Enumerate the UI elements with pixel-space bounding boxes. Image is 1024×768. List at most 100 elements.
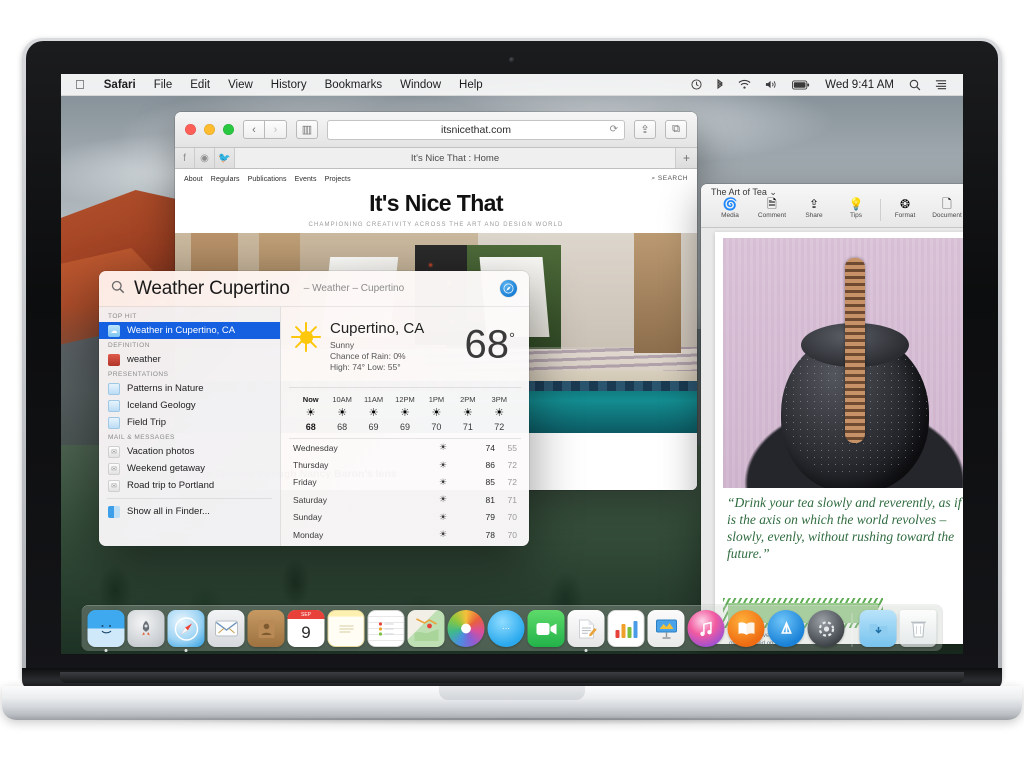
dock-item-photos[interactable]: [447, 610, 485, 647]
media-button[interactable]: 🌀 Media: [709, 198, 751, 220]
close-button[interactable]: [185, 124, 196, 135]
menu-item-safari[interactable]: Safari: [95, 74, 145, 96]
result-vacation-photos[interactable]: ✉ Vacation photos: [99, 443, 280, 460]
result-weekend-getaway[interactable]: ✉ Weekend getaway: [99, 460, 280, 477]
zoom-button[interactable]: [223, 124, 234, 135]
share-button[interactable]: ⇪: [634, 120, 656, 139]
dock-item-ibooks[interactable]: [727, 610, 765, 647]
menu-item-help[interactable]: Help: [450, 74, 492, 96]
dock-item-facetime[interactable]: [527, 610, 565, 647]
list-divider: [107, 498, 272, 499]
result-weather-definition[interactable]: weather: [99, 351, 280, 368]
result-label: Road trip to Portland: [127, 480, 215, 491]
minimize-button[interactable]: [204, 124, 215, 135]
dock-item-calendar[interactable]: SEP 9: [287, 610, 325, 647]
day-low: 71: [507, 494, 517, 505]
nav-link-projects[interactable]: Projects: [325, 176, 351, 183]
share-icon: ⇪: [808, 197, 820, 211]
spotlight-results-list[interactable]: TOP HIT ☁ Weather in Cupertino, CA DEFIN…: [99, 307, 281, 546]
sidebar-toggle-button[interactable]: ▥: [296, 120, 318, 139]
dock-item-mail[interactable]: [207, 610, 245, 647]
dock-item-reminders[interactable]: [367, 610, 405, 647]
format-button[interactable]: ❂ Format: [884, 198, 926, 220]
dock[interactable]: SEP 9 ⋯: [81, 605, 943, 652]
result-field-trip[interactable]: Field Trip: [99, 414, 280, 431]
dock-item-maps[interactable]: [407, 610, 445, 647]
weather-result-icon: ☁: [108, 324, 120, 337]
dock-item-contacts[interactable]: [247, 610, 285, 647]
nav-link-about[interactable]: About: [184, 176, 203, 183]
dock-item-launchpad[interactable]: [127, 610, 165, 647]
apple-menu-icon[interactable]: : [71, 74, 95, 96]
pages-window[interactable]: The Art of Tea ⌄ 🌀 Media 🗎 Comment ⇪ Sha…: [701, 184, 963, 644]
menu-item-edit[interactable]: Edit: [181, 74, 219, 96]
safari-compass-icon[interactable]: [500, 280, 517, 297]
hour-label: Now: [302, 395, 319, 404]
hour-temp: 68: [337, 422, 348, 432]
dock-item-downloads[interactable]: [859, 610, 897, 647]
spotlight-window[interactable]: Weather Cupertino – Weather – Cupertino …: [99, 271, 529, 546]
notification-center-icon[interactable]: [928, 79, 954, 90]
menu-bar-clock[interactable]: Wed 9:41 AM: [817, 74, 902, 96]
pages-canvas[interactable]: “Drink your tea slowly and reverently, a…: [701, 228, 963, 644]
show-all-tabs-button[interactable]: ⧉: [665, 120, 687, 139]
menu-item-file[interactable]: File: [145, 74, 182, 96]
weather-chance-of-rain: Chance of Rain: 0%: [330, 351, 406, 361]
result-patterns-in-nature[interactable]: Patterns in Nature: [99, 380, 280, 397]
safari-address-bar[interactable]: itsnicethat.com ⟳: [327, 119, 625, 140]
day-low: 55: [507, 442, 517, 453]
site-search-link[interactable]: ⌕ SEARCH: [651, 175, 688, 183]
comment-button[interactable]: 🗎 Comment: [751, 197, 793, 220]
chevron-down-icon[interactable]: ⌄: [769, 187, 777, 197]
dock-item-finder[interactable]: [87, 610, 125, 652]
nav-link-regulars[interactable]: Regulars: [211, 176, 240, 183]
hour-temp: 71: [462, 422, 473, 432]
forward-button[interactable]: ›: [265, 120, 287, 139]
menu-item-window[interactable]: Window: [391, 74, 450, 96]
hourly-item: 12PM ☀ 69: [389, 395, 420, 432]
tips-button[interactable]: 💡 Tips: [835, 198, 877, 220]
document-button[interactable]: 🗋 Document: [926, 198, 963, 220]
dock-item-safari[interactable]: [167, 610, 205, 652]
volume-icon[interactable]: [758, 79, 785, 90]
spotlight-search-icon[interactable]: [902, 79, 928, 91]
instagram-icon[interactable]: ◉: [195, 148, 215, 168]
time-machine-icon[interactable]: [684, 79, 709, 90]
teapot-photo: [723, 238, 963, 488]
result-iceland-geology[interactable]: Iceland Geology: [99, 397, 280, 414]
dock-item-trash[interactable]: [899, 610, 937, 647]
daily-item: Wednesday ☀ 74 55: [289, 439, 521, 456]
dock-item-app-store[interactable]: [767, 610, 805, 647]
back-button[interactable]: ‹: [243, 120, 265, 139]
battery-icon[interactable]: [785, 80, 817, 90]
result-road-trip-to-portland[interactable]: ✉ Road trip to Portland: [99, 477, 280, 494]
nav-link-events[interactable]: Events: [295, 176, 317, 183]
dock-item-keynote[interactable]: [647, 610, 685, 647]
share-label: Share: [805, 212, 823, 219]
nav-link-publications[interactable]: Publications: [248, 176, 287, 183]
facebook-icon[interactable]: f: [175, 148, 195, 168]
degree-symbol: °: [509, 330, 515, 347]
menu-item-view[interactable]: View: [219, 74, 262, 96]
twitter-icon[interactable]: 🐦: [215, 148, 235, 168]
result-weather-in-cupertino[interactable]: ☁ Weather in Cupertino, CA: [99, 322, 280, 339]
show-all-in-finder-row[interactable]: Show all in Finder...: [99, 503, 280, 520]
spotlight-search-field[interactable]: Weather Cupertino – Weather – Cupertino: [99, 271, 529, 307]
comment-icon: 🗎: [767, 197, 777, 211]
dock-item-messages[interactable]: ⋯: [487, 610, 525, 647]
reload-icon[interactable]: ⟳: [610, 124, 618, 135]
wifi-icon[interactable]: [731, 79, 758, 90]
day-label: Friday: [293, 477, 317, 488]
menu-item-bookmarks[interactable]: Bookmarks: [316, 74, 392, 96]
menu-item-history[interactable]: History: [262, 74, 316, 96]
new-tab-button[interactable]: +: [675, 148, 697, 168]
safari-tab[interactable]: It's Nice That : Home: [235, 148, 675, 168]
dock-item-system-preferences[interactable]: [807, 610, 845, 647]
share-button[interactable]: ⇪ Share: [793, 197, 835, 220]
dock-item-itunes[interactable]: [687, 610, 725, 647]
mail-message-icon: ✉: [108, 462, 120, 475]
dock-item-pages[interactable]: [567, 610, 605, 652]
bluetooth-icon[interactable]: [709, 78, 731, 91]
dock-item-notes[interactable]: [327, 610, 365, 647]
dock-item-numbers[interactable]: [607, 610, 645, 647]
